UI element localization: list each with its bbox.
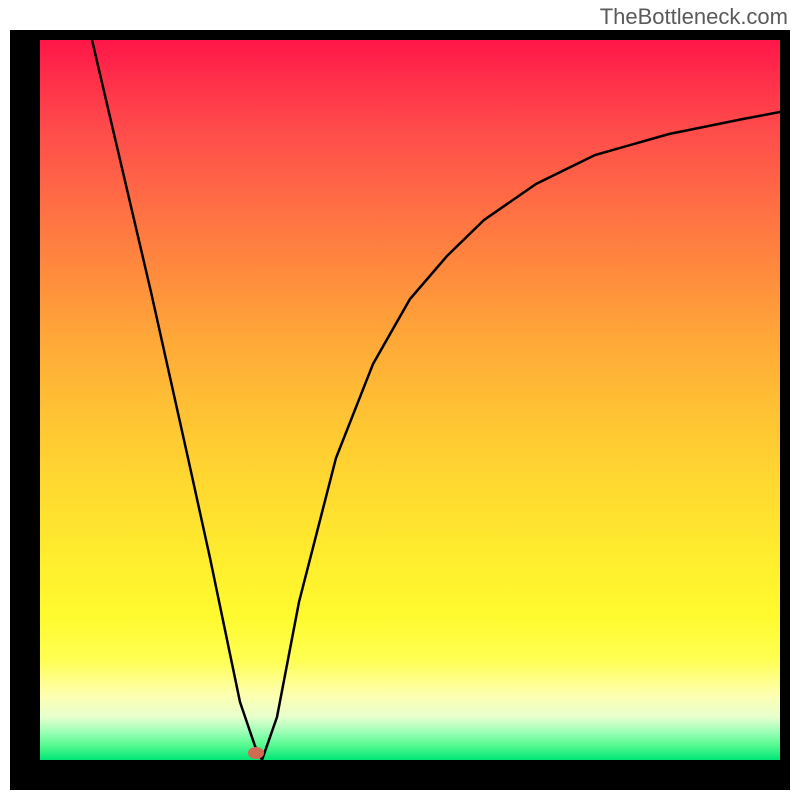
bottleneck-curve-path (92, 40, 780, 760)
attribution-text: TheBottleneck.com (600, 4, 788, 30)
chart-frame (10, 30, 790, 790)
chart-container: TheBottleneck.com (0, 0, 800, 800)
minimum-marker (248, 747, 264, 759)
chart-plot-area (40, 40, 780, 760)
curve-svg (40, 40, 780, 760)
